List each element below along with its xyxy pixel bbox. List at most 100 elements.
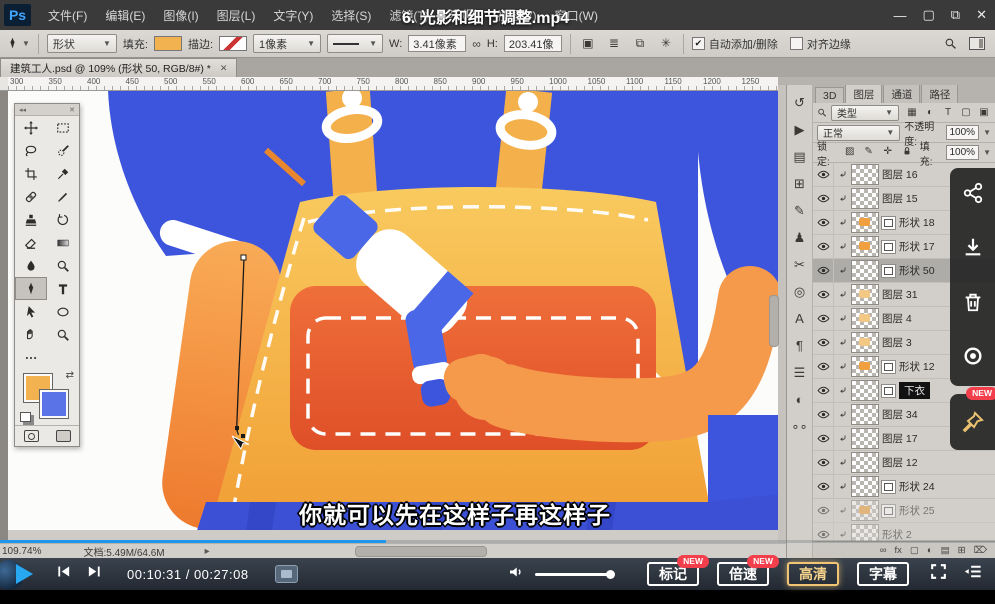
pin-button[interactable]: NEW xyxy=(950,394,995,450)
layer-visibility-eye-icon[interactable] xyxy=(813,211,834,234)
vector-mask-thumbnail[interactable] xyxy=(881,240,896,254)
layer-effects-icon[interactable]: fx xyxy=(894,545,901,556)
layer-thumbnail[interactable] xyxy=(851,164,879,185)
playlist-button[interactable] xyxy=(964,562,983,586)
layer-visibility-eye-icon[interactable] xyxy=(813,163,834,186)
tool-eraser[interactable] xyxy=(15,231,47,254)
tool-hand[interactable] xyxy=(15,323,47,346)
tool-dodge[interactable] xyxy=(47,254,79,277)
align-edges-option[interactable]: 对齐边缘 xyxy=(790,36,851,52)
menu-item[interactable]: 图层(L) xyxy=(208,7,265,24)
status-arrow-icon[interactable]: ▸ xyxy=(205,546,210,557)
layer-visibility-eye-icon[interactable] xyxy=(813,259,834,282)
tool-pen[interactable] xyxy=(15,277,47,300)
layer-thumbnail[interactable] xyxy=(851,404,879,425)
vector-mask-thumbnail[interactable] xyxy=(881,216,896,230)
stroke-width-dropdown[interactable]: 1像素▼ xyxy=(253,34,321,53)
zoom-percentage[interactable]: 109.74% xyxy=(2,546,41,557)
lock-transparency-icon[interactable]: ▨ xyxy=(843,146,857,159)
screenshot-button[interactable] xyxy=(275,565,298,583)
pen-tool-icon[interactable]: ▼ xyxy=(6,37,30,50)
next-button[interactable] xyxy=(86,563,103,585)
tool-gradient[interactable] xyxy=(47,231,79,254)
layer-name[interactable]: 形状 25 xyxy=(899,503,995,518)
filter-smart-icon[interactable]: ▣ xyxy=(977,107,991,118)
layer-visibility-eye-icon[interactable] xyxy=(813,331,834,354)
layer-fill-value[interactable]: 100% xyxy=(946,145,980,160)
screen-mode-button[interactable] xyxy=(47,426,79,446)
new-layer-icon[interactable]: ⊞ xyxy=(958,545,966,556)
vector-mask-thumbnail[interactable] xyxy=(881,264,896,278)
tool-history-brush[interactable] xyxy=(47,208,79,231)
panel-icon-timeline[interactable]: ∘∘ xyxy=(787,413,812,440)
align-edges-checkbox[interactable] xyxy=(790,37,803,50)
tool-more-tools[interactable] xyxy=(15,346,47,369)
panel-tab-图层[interactable]: 图层 xyxy=(845,85,882,103)
fill-swatch[interactable] xyxy=(154,36,182,51)
path-operations-icon[interactable]: ▣ xyxy=(579,36,597,51)
minimize-button[interactable]: — xyxy=(894,8,907,23)
panel-tab-3D[interactable]: 3D xyxy=(815,87,844,103)
auto-add-delete-option[interactable]: ✔ 自动添加/删除 xyxy=(692,36,778,52)
tool-clone-stamp[interactable] xyxy=(15,208,47,231)
opacity-value[interactable]: 100% xyxy=(946,125,980,140)
menu-item[interactable]: 文字(Y) xyxy=(264,7,322,24)
share-button[interactable] xyxy=(962,182,984,209)
layer-name[interactable]: 图层 12 xyxy=(882,455,995,470)
tool-lasso[interactable] xyxy=(15,139,47,162)
previous-button[interactable] xyxy=(55,563,72,585)
filter-pixel-icon[interactable]: ▦ xyxy=(905,107,919,118)
tool-crop[interactable] xyxy=(15,162,47,185)
tool-blur[interactable] xyxy=(15,254,47,277)
layer-visibility-eye-icon[interactable] xyxy=(813,379,834,402)
layer-thumbnail[interactable] xyxy=(851,500,879,521)
filter-adjustment-icon[interactable]: ◐ xyxy=(923,107,937,118)
record-button[interactable] xyxy=(962,345,984,372)
menu-item[interactable]: 文件(F) xyxy=(39,7,96,24)
volume-knob[interactable] xyxy=(606,570,615,579)
filter-type-dropdown[interactable]: 类型▼ xyxy=(831,105,899,121)
height-input[interactable]: 203.41像 xyxy=(504,35,562,52)
tool-marquee[interactable] xyxy=(47,116,79,139)
filter-type-icon[interactable]: T xyxy=(941,107,955,118)
toolbox-header[interactable]: ◂◂ ✕ xyxy=(15,104,79,116)
tool-zoom[interactable] xyxy=(47,323,79,346)
panel-icon-navigator[interactable]: ◎ xyxy=(787,278,812,305)
new-adjustment-icon[interactable]: ◐ xyxy=(927,545,933,556)
layer-thumbnail[interactable] xyxy=(851,284,879,305)
layer-thumbnail[interactable] xyxy=(851,236,879,257)
layer-visibility-eye-icon[interactable] xyxy=(813,187,834,210)
layer-row[interactable]: 图层 12 xyxy=(813,451,995,475)
tool-brush[interactable] xyxy=(47,185,79,208)
panel-icon-character[interactable]: A xyxy=(787,305,812,332)
tab-close-icon[interactable]: ✕ xyxy=(220,63,228,74)
menu-item[interactable]: 图像(I) xyxy=(154,7,207,24)
tool-shape[interactable] xyxy=(47,300,79,323)
tool-healing-brush[interactable] xyxy=(15,185,47,208)
vector-mask-thumbnail[interactable] xyxy=(881,504,896,518)
layer-thumbnail[interactable] xyxy=(851,380,879,401)
layer-visibility-eye-icon[interactable] xyxy=(813,355,834,378)
new-group-icon[interactable]: ▤ xyxy=(941,545,950,556)
canvas-vertical-scrollbar[interactable] xyxy=(769,295,779,347)
layer-visibility-eye-icon[interactable] xyxy=(813,427,834,450)
add-mask-icon[interactable]: ▢ xyxy=(910,545,919,556)
layer-thumbnail[interactable] xyxy=(851,188,879,209)
workspace-panel-icon[interactable] xyxy=(969,37,985,50)
volume-icon[interactable] xyxy=(507,563,525,586)
panel-icon-brush-presets[interactable]: ✎ xyxy=(787,197,812,224)
layer-name[interactable]: 下衣 xyxy=(899,382,930,399)
layer-thumbnail[interactable] xyxy=(851,452,879,473)
lock-all-icon[interactable] xyxy=(900,146,914,159)
tool-eyedropper[interactable] xyxy=(47,162,79,185)
delete-button[interactable] xyxy=(962,291,984,318)
vector-mask-thumbnail[interactable] xyxy=(881,360,896,374)
delete-layer-icon[interactable]: ⌦ xyxy=(974,545,987,556)
layer-name[interactable]: 形状 24 xyxy=(899,479,995,494)
player-button-高清[interactable]: 高清 xyxy=(787,562,839,586)
canvas-horizontal-scrollbar[interactable] xyxy=(355,546,487,557)
fill-caret[interactable]: ▼ xyxy=(983,148,991,157)
panel-icon-tool-presets[interactable]: ✂ xyxy=(787,251,812,278)
layer-thumbnail[interactable] xyxy=(851,428,879,449)
lock-pixels-icon[interactable]: ✎ xyxy=(862,146,876,159)
